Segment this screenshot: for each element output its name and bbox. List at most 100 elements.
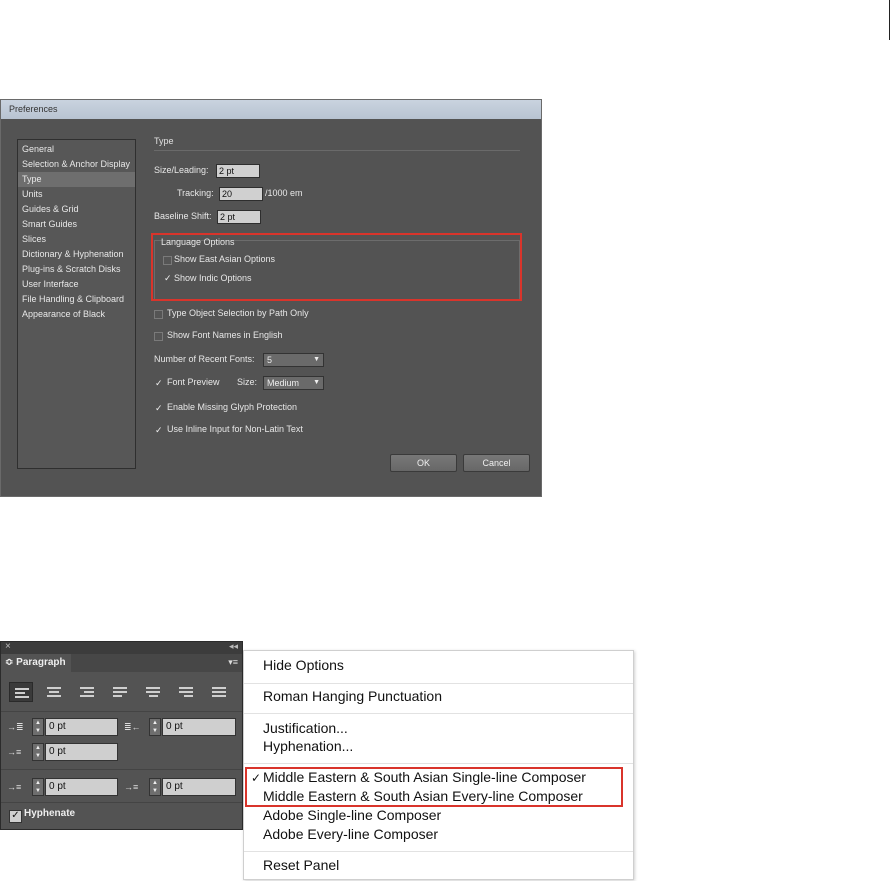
category-user-interface[interactable]: User Interface — [18, 277, 135, 292]
first-line-indent-stepper[interactable]: ▲ ▼ — [32, 743, 44, 761]
show-font-names-label[interactable]: Show Font Names in English — [167, 330, 283, 340]
category-guides-grid[interactable]: Guides & Grid — [18, 202, 135, 217]
show-font-names-checkbox[interactable] — [154, 332, 163, 341]
menu-item-adobe-single-line[interactable]: Adobe Single-line Composer — [263, 807, 441, 823]
align-center-icon[interactable] — [42, 682, 66, 702]
align-left-icon[interactable] — [9, 682, 33, 702]
type-object-selection-checkbox[interactable] — [154, 310, 163, 319]
menu-item-reset-panel[interactable]: Reset Panel — [263, 857, 339, 873]
right-indent-icon: ≣← — [124, 722, 141, 732]
preferences-dialog: Preferences General Selection & Anchor D… — [0, 99, 542, 497]
tracking-label: Tracking: — [177, 188, 214, 198]
first-line-indent-field[interactable]: 0 pt — [45, 743, 118, 761]
category-general[interactable]: General — [18, 142, 135, 157]
category-units[interactable]: Units — [18, 187, 135, 202]
menu-separator — [244, 683, 633, 684]
show-east-asian-label[interactable]: Show East Asian Options — [174, 254, 275, 264]
down-arrow-icon: ▼ — [152, 728, 158, 734]
chevron-down-icon: ▼ — [313, 356, 320, 363]
down-arrow-icon: ▼ — [152, 788, 158, 794]
menu-item-adobe-every-line[interactable]: Adobe Every-line Composer — [263, 826, 438, 842]
panel-divider — [1, 711, 242, 712]
space-after-icon: →≡ — [124, 782, 139, 792]
left-indent-stepper[interactable]: ▲ ▼ — [32, 718, 44, 736]
hyphenate-label[interactable]: Hyphenate — [24, 808, 75, 819]
space-after-stepper[interactable]: ▲ ▼ — [149, 778, 161, 796]
menu-separator — [244, 763, 633, 764]
size-leading-field[interactable]: 2 pt — [216, 164, 260, 178]
section-divider — [154, 150, 520, 151]
inline-input-checkbox[interactable]: ✓ — [154, 426, 163, 435]
down-arrow-icon: ▼ — [35, 788, 41, 794]
font-preview-size-value: Medium — [267, 378, 300, 388]
justify-all-icon[interactable] — [207, 682, 231, 702]
menu-item-justification[interactable]: Justification... — [263, 720, 348, 736]
justify-center-icon[interactable] — [141, 682, 165, 702]
dialog-title: Preferences — [1, 100, 541, 119]
chevron-down-icon: ▼ — [313, 379, 320, 386]
up-arrow-icon: ▲ — [35, 780, 41, 786]
paragraph-panel: × ◂◂ ≎ Paragraph ▾≡ →≣ ▲ ▼ 0 pt ≣← ▲ ▼ 0… — [0, 641, 243, 830]
show-indic-label[interactable]: Show Indic Options — [174, 273, 252, 283]
justify-right-icon[interactable] — [174, 682, 198, 702]
size-leading-label: Size/Leading: — [154, 165, 209, 175]
tracking-field[interactable]: 20 — [219, 187, 263, 201]
up-arrow-icon: ▲ — [35, 720, 41, 726]
inline-input-label[interactable]: Use Inline Input for Non-Latin Text — [167, 424, 303, 434]
down-arrow-icon: ▼ — [35, 728, 41, 734]
category-plugins[interactable]: Plug-ins & Scratch Disks — [18, 262, 135, 277]
tab-paragraph-label: Paragraph — [16, 657, 66, 668]
left-indent-icon: →≣ — [7, 722, 24, 732]
font-preview-size-dropdown[interactable]: Medium ▼ — [263, 376, 324, 390]
space-after-field[interactable]: 0 pt — [162, 778, 236, 796]
hyphenate-checkbox[interactable]: ✓ — [9, 810, 22, 823]
category-selection-anchor[interactable]: Selection & Anchor Display — [18, 157, 135, 172]
justify-left-icon[interactable] — [108, 682, 132, 702]
type-object-selection-label[interactable]: Type Object Selection by Path Only — [167, 308, 309, 318]
space-before-field[interactable]: 0 pt — [45, 778, 118, 796]
menu-item-hide-options[interactable]: Hide Options — [263, 657, 344, 673]
category-dictionary[interactable]: Dictionary & Hyphenation — [18, 247, 135, 262]
menu-item-hyphenation[interactable]: Hyphenation... — [263, 738, 353, 754]
right-indent-stepper[interactable]: ▲ ▼ — [149, 718, 161, 736]
menu-separator — [244, 713, 633, 714]
show-east-asian-checkbox[interactable] — [163, 256, 172, 265]
left-indent-field[interactable]: 0 pt — [45, 718, 118, 736]
close-icon[interactable]: × — [5, 641, 11, 652]
tracking-unit: /1000 em — [265, 188, 303, 198]
category-appearance-black[interactable]: Appearance of Black — [18, 307, 135, 322]
font-preview-label[interactable]: Font Preview — [167, 377, 220, 387]
tab-paragraph[interactable]: ≎ Paragraph — [1, 654, 71, 672]
recent-fonts-dropdown[interactable]: 5 ▼ — [263, 353, 324, 367]
down-arrow-icon: ▼ — [35, 753, 41, 759]
missing-glyph-label[interactable]: Enable Missing Glyph Protection — [167, 402, 297, 412]
panel-divider — [1, 802, 242, 803]
collapse-icon[interactable]: ◂◂ — [229, 641, 238, 652]
menu-item-roman-hanging[interactable]: Roman Hanging Punctuation — [263, 688, 442, 704]
missing-glyph-checkbox[interactable]: ✓ — [154, 404, 163, 413]
font-preview-checkbox[interactable]: ✓ — [154, 379, 163, 388]
align-right-icon[interactable] — [75, 682, 99, 702]
panel-title-bar: × ◂◂ — [1, 641, 242, 654]
category-smart-guides[interactable]: Smart Guides — [18, 217, 135, 232]
baseline-shift-field[interactable]: 2 pt — [217, 210, 261, 224]
panel-divider — [1, 769, 242, 770]
dialog-body: General Selection & Anchor Display Type … — [1, 119, 541, 496]
cancel-button[interactable]: Cancel — [463, 454, 530, 472]
up-arrow-icon: ▲ — [152, 720, 158, 726]
recent-fonts-label: Number of Recent Fonts: — [154, 354, 255, 364]
up-arrow-icon: ▲ — [152, 780, 158, 786]
category-type[interactable]: Type — [18, 172, 135, 187]
space-before-stepper[interactable]: ▲ ▼ — [32, 778, 44, 796]
right-indent-field[interactable]: 0 pt — [162, 718, 236, 736]
category-file-handling[interactable]: File Handling & Clipboard — [18, 292, 135, 307]
paragraph-flyout-menu: Hide Options Roman Hanging Punctuation J… — [243, 650, 634, 880]
up-arrow-icon: ▲ — [35, 745, 41, 751]
baseline-shift-label: Baseline Shift: — [154, 211, 212, 221]
ok-button[interactable]: OK — [390, 454, 457, 472]
category-slices[interactable]: Slices — [18, 232, 135, 247]
show-indic-checkbox[interactable]: ✓ — [163, 274, 172, 283]
panel-menu-icon[interactable]: ▾≡ — [228, 657, 238, 668]
tab-arrows-icon: ≎ — [5, 657, 14, 668]
section-title: Type — [154, 136, 174, 146]
